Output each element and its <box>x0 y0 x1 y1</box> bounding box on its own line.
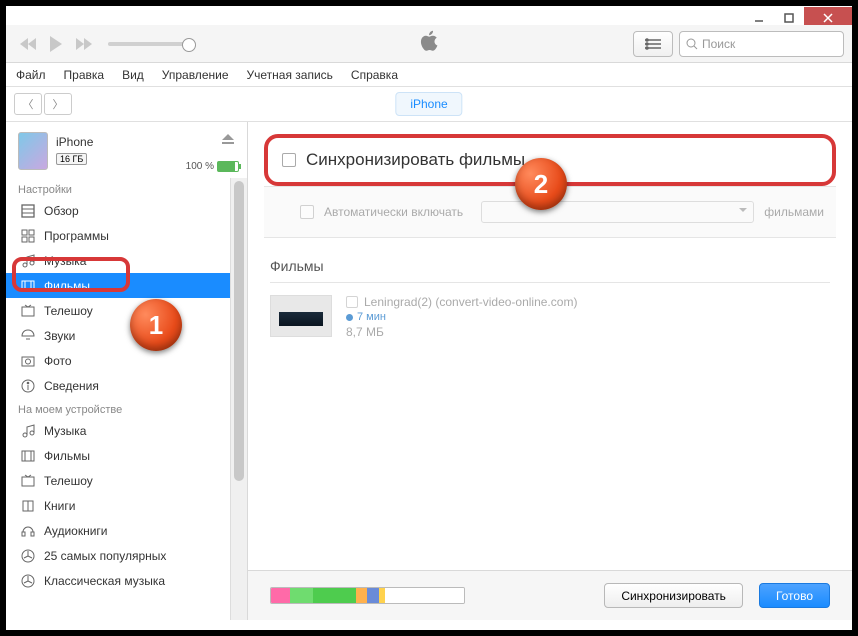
sidebar-ondevice-movies[interactable]: Фильмы <box>6 443 247 468</box>
sidebar-ondevice-audiobooks[interactable]: Аудиокниги <box>6 518 247 543</box>
sidebar-header-settings: Настройки <box>6 178 247 198</box>
back-button[interactable]: 〈 <box>14 93 42 115</box>
sidebar-item-label: Программы <box>44 229 109 243</box>
search-placeholder: Поиск <box>702 37 735 51</box>
sidebar-item-label: Телешоу <box>44 474 93 488</box>
sidebar-scrollbar[interactable] <box>230 178 247 620</box>
menu-help[interactable]: Справка <box>351 68 398 82</box>
search-input[interactable]: Поиск <box>679 31 844 57</box>
auto-include-dropdown[interactable] <box>481 201 754 223</box>
movies-suffix: фильмами <box>764 205 824 219</box>
playback-toolbar: Поиск <box>6 25 852 63</box>
next-button[interactable] <box>70 30 98 58</box>
sidebar-item-label: 25 самых популярных <box>44 549 166 563</box>
menubar: Файл Правка Вид Управление Учетная запис… <box>6 63 852 87</box>
sidebar-ondevice-books[interactable]: Книги <box>6 493 247 518</box>
sidebar-item-label: Книги <box>44 499 75 513</box>
sidebar-item-tones[interactable]: Звуки <box>6 323 247 348</box>
sidebar-item-label: Обзор <box>44 204 79 218</box>
eject-button[interactable] <box>221 132 237 148</box>
sidebar-item-music[interactable]: Музыка <box>6 248 247 273</box>
previous-button[interactable] <box>14 30 42 58</box>
sidebar-item-apps[interactable]: Программы <box>6 223 247 248</box>
footer-bar: Синхронизировать Готово <box>248 570 852 620</box>
menu-file[interactable]: Файл <box>16 68 46 82</box>
battery-status: 100 % <box>186 161 239 172</box>
volume-slider[interactable] <box>108 42 188 46</box>
film-thumbnail <box>270 295 332 337</box>
menu-account[interactable]: Учетная запись <box>247 68 333 82</box>
device-capacity-badge: 16 ГБ <box>56 153 87 165</box>
sidebar-item-label: Фильмы <box>44 449 90 463</box>
films-section-header: Фильмы <box>248 238 852 282</box>
storage-usage-bar <box>270 587 465 604</box>
list-view-button[interactable] <box>633 31 673 57</box>
device-header: iPhone 16 ГБ 100 % <box>6 122 247 178</box>
sidebar-item-photos[interactable]: Фото <box>6 348 247 373</box>
sidebar-item-tvshows[interactable]: Телешоу <box>6 298 247 323</box>
sidebar-item-label: Телешоу <box>44 304 93 318</box>
sidebar-item-label: Музыка <box>44 424 86 438</box>
sidebar-item-info[interactable]: Сведения <box>6 373 247 398</box>
battery-icon <box>217 161 239 172</box>
film-list-item[interactable]: Leningrad(2) (convert-video-online.com) … <box>270 282 830 351</box>
navigation-row: 〈 〉 iPhone <box>6 87 852 122</box>
sidebar-item-label: Сведения <box>44 379 99 393</box>
sidebar-header-on-device: На моем устройстве <box>6 398 247 418</box>
device-name: iPhone <box>56 135 235 149</box>
sync-button[interactable]: Синхронизировать <box>604 583 743 608</box>
sidebar-item-summary[interactable]: Обзор <box>6 198 247 223</box>
annotation-callout-2: 2 <box>515 158 567 210</box>
sidebar-ondevice-top25[interactable]: 25 самых популярных <box>6 543 247 568</box>
search-icon <box>686 38 698 50</box>
unplayed-dot-icon <box>346 314 353 321</box>
film-duration: 7 мин <box>357 311 386 323</box>
apple-logo-icon <box>419 30 439 57</box>
sync-movies-label: Синхронизировать фильмы <box>306 150 525 170</box>
sidebar-ondevice-tvshows[interactable]: Телешоу <box>6 468 247 493</box>
sidebar-item-label: Звуки <box>44 329 75 343</box>
auto-include-checkbox[interactable] <box>300 205 314 219</box>
menu-controls[interactable]: Управление <box>162 68 229 82</box>
film-title: Leningrad(2) (convert-video-online.com) <box>364 295 577 309</box>
auto-include-label: Автоматически включать <box>324 205 463 219</box>
sidebar-item-label: Классическая музыка <box>44 574 165 588</box>
sidebar-item-label: Фильмы <box>44 279 90 293</box>
sidebar-item-label: Фото <box>44 354 72 368</box>
film-size: 8,7 МБ <box>346 325 577 339</box>
sidebar-item-movies[interactable]: Фильмы <box>6 273 247 298</box>
play-button[interactable] <box>42 30 70 58</box>
sidebar-item-label: Музыка <box>44 254 86 268</box>
done-button[interactable]: Готово <box>759 583 830 608</box>
device-thumbnail-icon <box>18 132 48 170</box>
menu-view[interactable]: Вид <box>122 68 144 82</box>
sidebar-ondevice-music[interactable]: Музыка <box>6 418 247 443</box>
sync-movies-checkbox[interactable] <box>282 153 296 167</box>
menu-edit[interactable]: Правка <box>64 68 105 82</box>
forward-button[interactable]: 〉 <box>44 93 72 115</box>
film-checkbox[interactable] <box>346 296 358 308</box>
device-breadcrumb[interactable]: iPhone <box>395 92 462 116</box>
sidebar: iPhone 16 ГБ 100 % Настройки Обзор Прогр… <box>6 122 248 620</box>
sidebar-ondevice-classical[interactable]: Классическая музыка <box>6 568 247 593</box>
sidebar-item-label: Аудиокниги <box>44 524 108 538</box>
annotation-callout-1: 1 <box>130 299 182 351</box>
